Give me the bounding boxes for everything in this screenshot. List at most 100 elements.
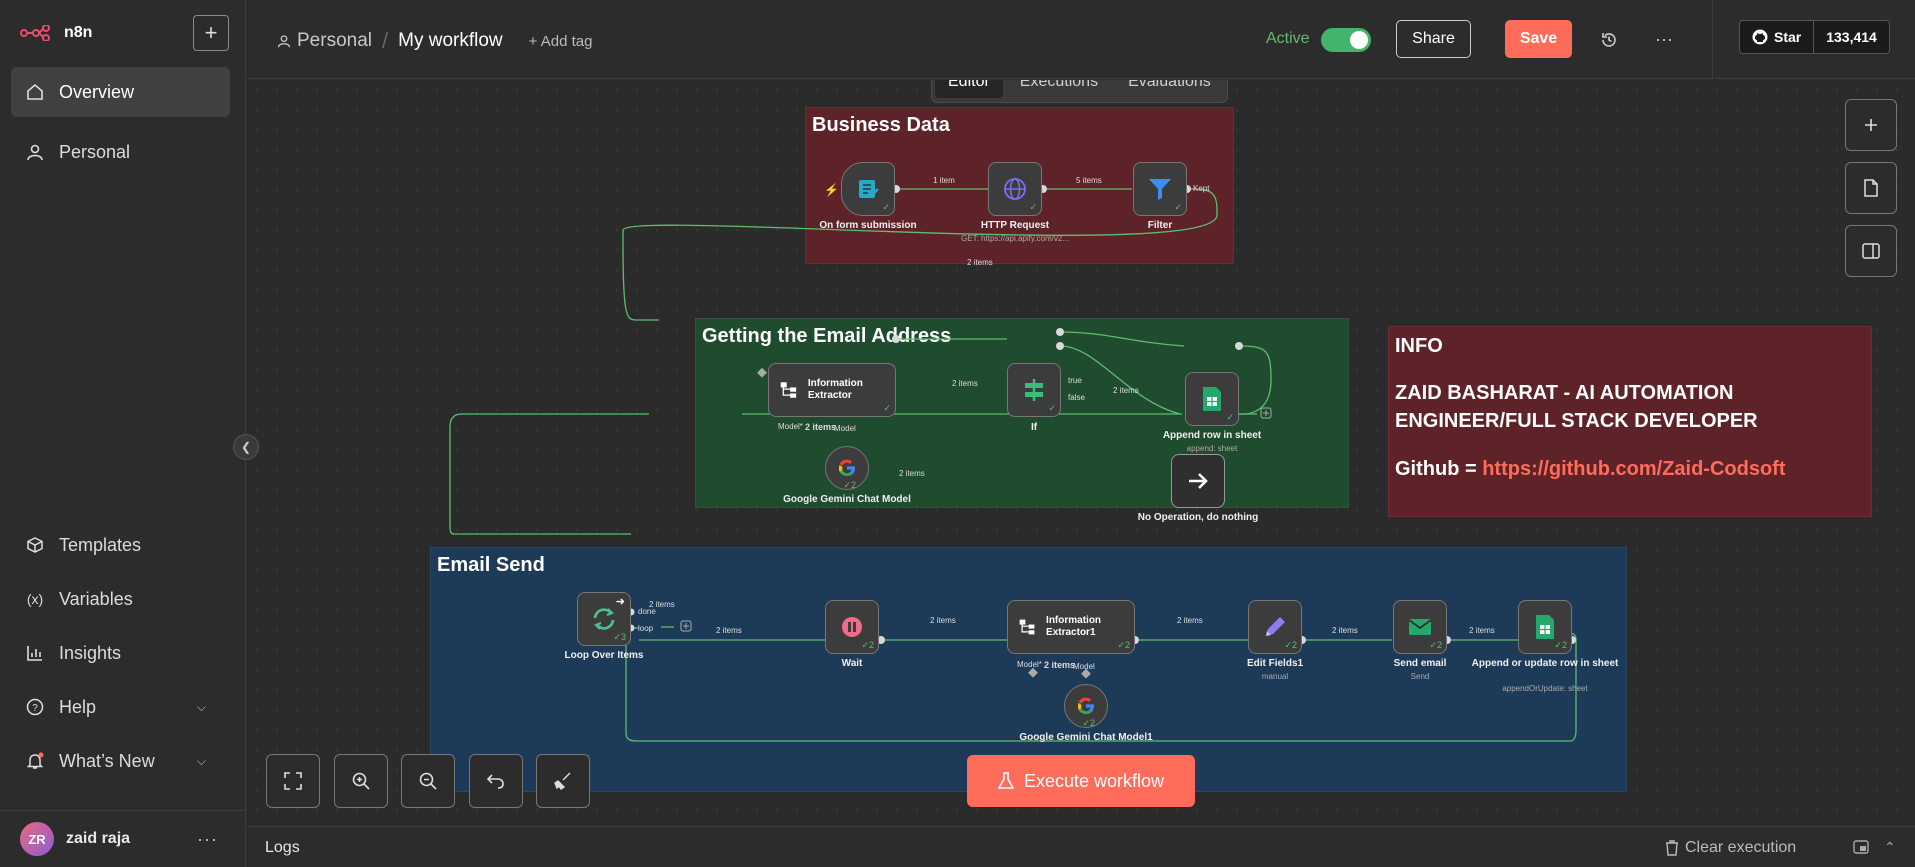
popout-icon[interactable]	[1853, 839, 1869, 860]
node-no-operation[interactable]	[1171, 454, 1225, 508]
node-label: If	[1030, 422, 1038, 433]
logs-panel[interactable]: Logs Clear execution ⌃	[247, 826, 1915, 867]
execute-workflow-button[interactable]: Execute workflow	[967, 755, 1195, 807]
sidebar-item-personal[interactable]: Personal	[11, 127, 230, 177]
node-gemini-chat-model-1[interactable]: ✓2	[1064, 684, 1108, 728]
plus-icon: +	[204, 20, 218, 45]
home-icon	[25, 82, 45, 102]
chevron-down-icon: ⌵	[196, 753, 206, 768]
active-toggle[interactable]	[1321, 28, 1371, 52]
success-check-icon: ✓2	[861, 640, 874, 650]
sidebar-item-whats-new[interactable]: What’s New ⌵	[11, 736, 230, 786]
sheets-icon	[1203, 387, 1221, 411]
chevron-up-icon[interactable]: ⌃	[1884, 839, 1896, 856]
sticky-note-info[interactable]: INFO ZAID BASHARAT - AI AUTOMATION ENGIN…	[1388, 326, 1872, 517]
tidy-up-button[interactable]	[536, 754, 590, 808]
add-tag-button[interactable]: + Add tag	[529, 33, 593, 50]
success-check-icon: ✓	[882, 202, 890, 212]
toggle-knob	[1350, 31, 1368, 49]
sidebar: n8n + Overview Personal Templates (x) Va…	[0, 0, 246, 867]
save-button[interactable]: Save	[1505, 20, 1572, 58]
sidebar-item-insights[interactable]: Insights	[11, 628, 230, 678]
node-append-update-row[interactable]: ✓2	[1518, 600, 1572, 654]
node-label: Google Gemini Chat Model1	[1019, 732, 1153, 743]
edge-label: 2 items	[1044, 660, 1076, 670]
app-name: n8n	[64, 24, 93, 41]
sidebar-item-label: Templates	[59, 534, 142, 555]
add-node-button[interactable]	[1845, 99, 1897, 151]
workflow-name[interactable]: My workflow	[398, 30, 503, 52]
box-icon	[25, 535, 45, 555]
node-subtitle: appendOrUpdate: sheet	[1502, 684, 1588, 693]
node-label: Information Extractor	[807, 378, 863, 401]
history-icon[interactable]	[1595, 26, 1623, 54]
share-button[interactable]: Share	[1396, 20, 1471, 58]
sidebar-item-variables[interactable]: (x) Variables	[11, 574, 230, 624]
tab-executions[interactable]: Executions	[1007, 80, 1111, 98]
user-menu[interactable]: ZR zaid raja ···	[0, 810, 246, 867]
github-link[interactable]: https://github.com/Zaid-Codsoft	[1482, 458, 1785, 480]
editor-tabs: Editor Executions Evaluations	[931, 80, 1228, 103]
broom-icon	[554, 772, 571, 790]
google-icon	[1077, 697, 1094, 714]
fit-view-button[interactable]	[266, 754, 320, 808]
sidebar-item-label: What’s New	[59, 750, 155, 771]
node-wait[interactable]: ✓2	[825, 600, 879, 654]
node-form-submission[interactable]: ✓	[841, 162, 895, 216]
node-gemini-chat-model[interactable]: ✓2	[825, 446, 869, 490]
success-check-icon: ✓3	[613, 632, 626, 642]
node-edit-fields[interactable]: ✓2	[1248, 600, 1302, 654]
panel-icon	[1862, 243, 1880, 259]
group-title: Business Data	[812, 114, 950, 136]
node-information-extractor-1[interactable]: Information Extractor1 ✓2	[1007, 600, 1135, 654]
edge-label: loop	[638, 624, 654, 633]
node-send-email[interactable]: ✓2	[1393, 600, 1447, 654]
n8n-logo-icon	[20, 25, 50, 41]
node-http-request[interactable]: ✓	[988, 162, 1042, 216]
clear-execution-button[interactable]: Clear execution	[1665, 839, 1796, 857]
zoom-in-button[interactable]	[334, 754, 388, 808]
node-filter[interactable]: ✓	[1133, 162, 1187, 216]
clear-execution-label: Clear execution	[1685, 839, 1797, 856]
breadcrumb-project[interactable]: Personal	[277, 30, 372, 52]
node-subtitle: Send	[1410, 672, 1430, 681]
bell-icon	[25, 751, 45, 771]
sheets-icon	[1536, 615, 1554, 639]
group-title: Email Send	[437, 554, 545, 576]
info-line-2: ENGINEER/FULL STACK DEVELOPER	[1395, 410, 1758, 432]
loop-icon	[593, 608, 615, 630]
node-information-extractor[interactable]: Information Extractor ✓	[768, 363, 896, 417]
workflow-canvas[interactable]: Editor Executions Evaluations Business D…	[247, 80, 1915, 826]
sidebar-item-help[interactable]: ? Help ⌵	[11, 682, 230, 732]
tab-editor[interactable]: Editor	[935, 80, 1003, 98]
more-options-icon[interactable]: ···	[1649, 24, 1679, 54]
more-options-icon[interactable]: ···	[197, 829, 218, 850]
node-append-row[interactable]: ✓	[1185, 372, 1239, 426]
collapse-sidebar-button[interactable]: ❮	[233, 434, 259, 460]
pause-icon	[842, 617, 862, 637]
filter-icon	[1149, 179, 1171, 200]
toggle-panel-button[interactable]	[1845, 225, 1897, 277]
create-new-button[interactable]: +	[193, 15, 229, 51]
project-name: Personal	[297, 30, 372, 51]
node-subtitle: append: sheet	[1186, 444, 1238, 453]
zoom-out-button[interactable]	[401, 754, 455, 808]
node-loop-over-items[interactable]: ➜ ✓3	[577, 592, 631, 646]
google-icon	[838, 459, 855, 476]
help-icon: ?	[25, 697, 45, 717]
tree-icon	[1019, 619, 1035, 635]
success-check-icon: ✓	[1226, 412, 1234, 422]
user-icon	[25, 142, 45, 162]
sidebar-item-overview[interactable]: Overview	[11, 67, 230, 117]
edge-label: Model*	[1017, 660, 1042, 669]
sidebar-item-templates[interactable]: Templates	[11, 520, 230, 570]
n8n-logo[interactable]: n8n	[20, 24, 92, 42]
add-sticky-note-button[interactable]	[1845, 162, 1897, 214]
node-if[interactable]: ✓	[1007, 363, 1061, 417]
undo-button[interactable]	[469, 754, 523, 808]
execute-workflow-label: Execute workflow	[1023, 770, 1165, 791]
email-icon	[1408, 619, 1432, 635]
group-title: Getting the Email Address	[702, 325, 952, 347]
tab-evaluations[interactable]: Evaluations	[1115, 80, 1224, 98]
github-star-button[interactable]: Star 133,414	[1739, 20, 1890, 54]
